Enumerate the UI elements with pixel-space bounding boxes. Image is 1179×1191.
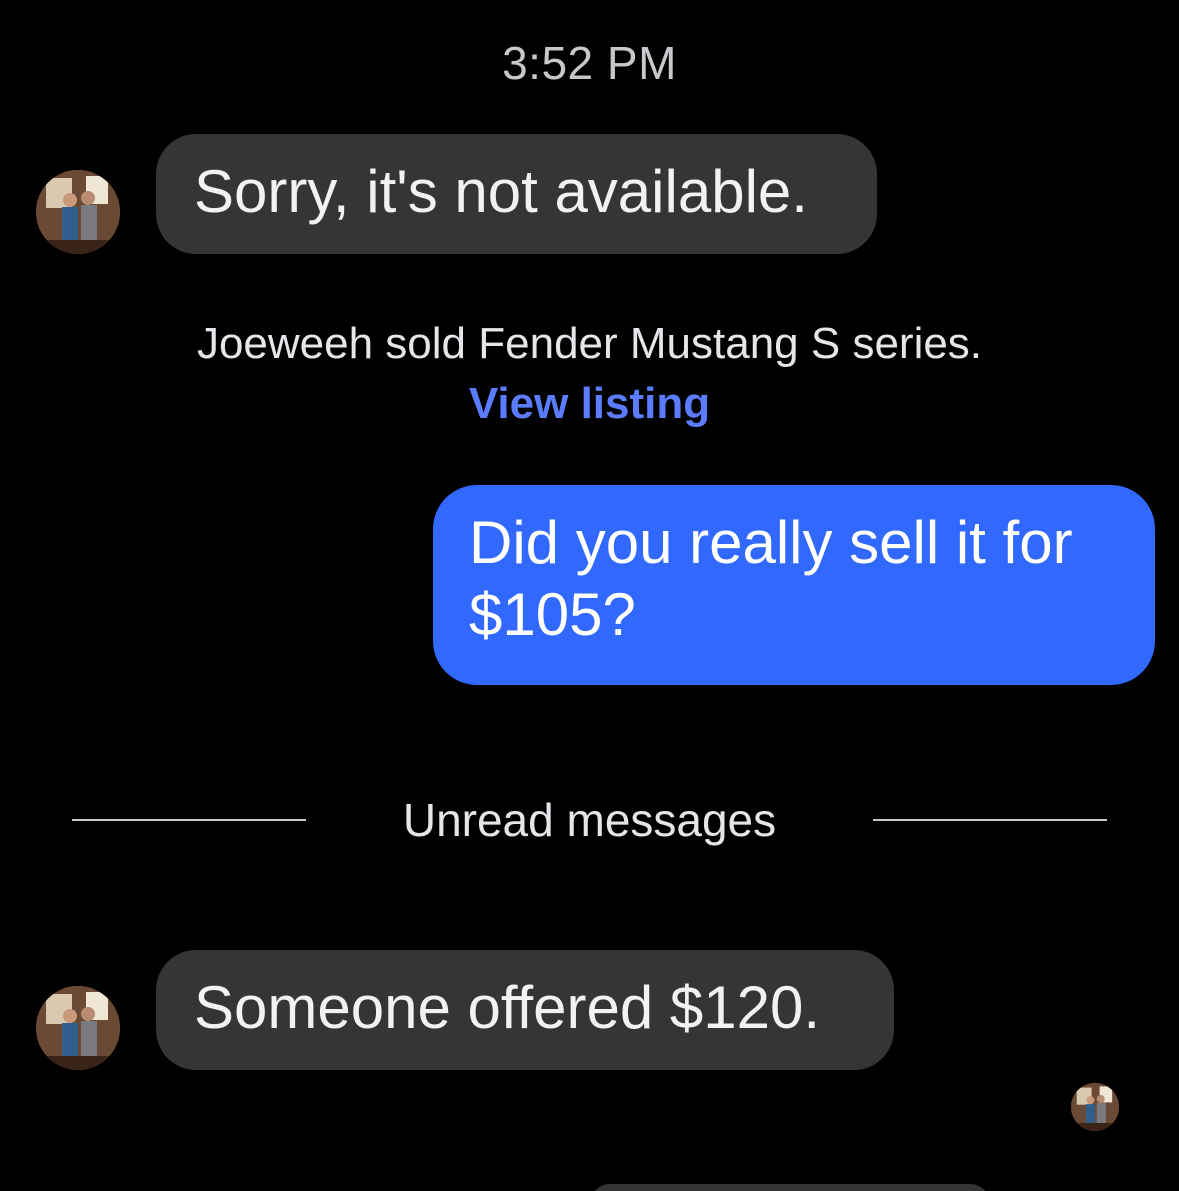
message-text: Sorry, it's not available.: [194, 158, 808, 225]
outgoing-message-bubble[interactable]: Did you really sell it for $105?: [433, 485, 1155, 685]
contact-avatar[interactable]: [36, 170, 120, 254]
view-listing-link[interactable]: View listing: [0, 376, 1179, 432]
partial-message-bubble[interactable]: [590, 1184, 990, 1191]
profile-photo-icon: [1071, 1083, 1119, 1131]
unread-divider: Unread messages: [72, 790, 1107, 850]
divider-line-right: [873, 819, 1107, 821]
profile-photo-icon: [36, 170, 120, 254]
message-text: Someone offered $120.: [194, 974, 821, 1041]
divider-line-left: [72, 819, 306, 821]
incoming-message-bubble[interactable]: Sorry, it's not available.: [156, 134, 877, 254]
sale-notice: Joeweeh sold Fender Mustang S series. Vi…: [0, 316, 1179, 432]
incoming-message-bubble[interactable]: Someone offered $120.: [156, 950, 894, 1070]
chat-thread: 3:52 PM Sorry, it's not available. Joewe…: [0, 0, 1179, 1191]
contact-avatar[interactable]: [36, 986, 120, 1070]
profile-photo-icon: [36, 986, 120, 1070]
unread-label: Unread messages: [402, 794, 777, 846]
message-timestamp: 3:52 PM: [502, 37, 677, 89]
sale-notice-text: Joeweeh sold Fender Mustang S series.: [196, 319, 983, 368]
read-receipt-avatar: [1071, 1083, 1119, 1131]
message-text: Did you really sell it for $105?: [469, 509, 1073, 648]
